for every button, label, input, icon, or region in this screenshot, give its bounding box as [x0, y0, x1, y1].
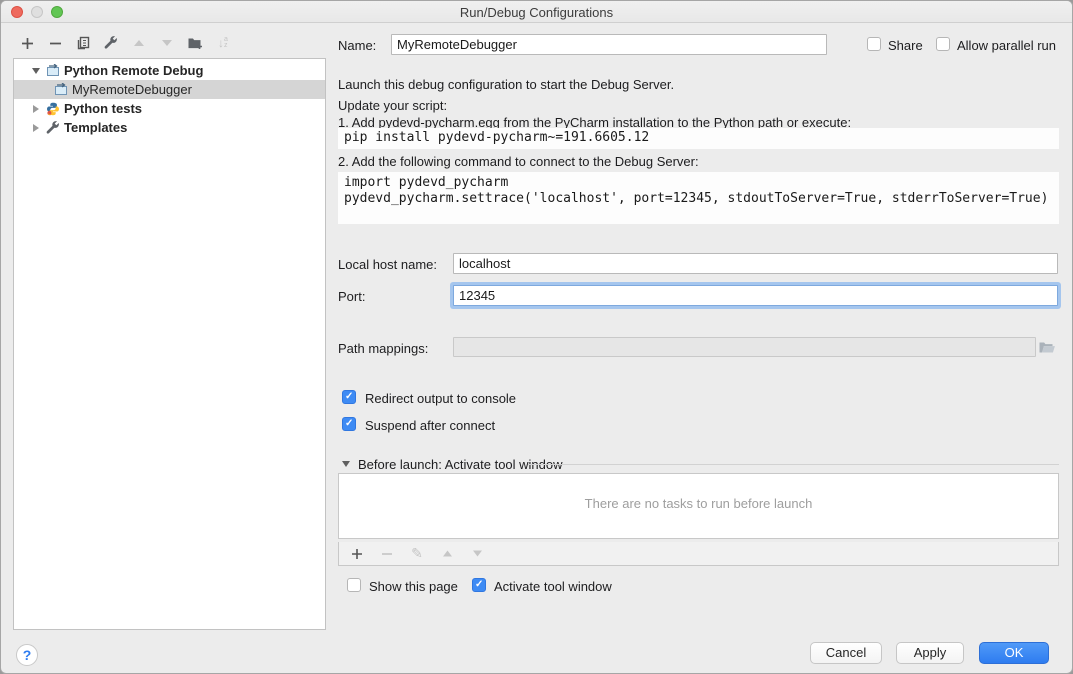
- tree-item-label: MyRemoteDebugger: [72, 82, 192, 97]
- path-mappings-input[interactable]: [453, 337, 1036, 357]
- suspend-after-connect-checkbox[interactable]: [342, 417, 356, 431]
- run-debug-configurations-dialog: Run/Debug Configurations ↓az Python Remo…: [0, 0, 1073, 674]
- settrace-code-line1: import pydevd_pycharm: [344, 175, 508, 190]
- python-icon: [46, 102, 60, 116]
- chevron-right-icon[interactable]: [33, 124, 39, 132]
- sort-alphabetically-icon: ↓az: [213, 33, 233, 53]
- show-this-page-label: Show this page: [369, 579, 458, 594]
- tree-item-label: Templates: [64, 120, 127, 135]
- suspend-after-connect-label: Suspend after connect: [365, 418, 495, 433]
- port-input[interactable]: [453, 285, 1058, 306]
- path-mappings-label: Path mappings:: [338, 341, 428, 356]
- name-label: Name:: [338, 38, 376, 53]
- help-button[interactable]: ?: [16, 644, 38, 666]
- window-title: Run/Debug Configurations: [1, 5, 1072, 20]
- remove-task-icon: [377, 544, 397, 564]
- move-down-icon: [157, 33, 177, 53]
- local-host-name-input[interactable]: [453, 253, 1058, 274]
- before-launch-chevron-down-icon[interactable]: [342, 461, 350, 467]
- edit-task-pencil-icon: ✎: [407, 544, 427, 564]
- instruction-line-2: Update your script:: [338, 98, 447, 113]
- redirect-output-label: Redirect output to console: [365, 391, 516, 406]
- tree-item-python-remote-debug[interactable]: Python Remote Debug: [14, 61, 325, 80]
- chevron-right-icon[interactable]: [33, 105, 39, 113]
- apply-button[interactable]: Apply: [896, 642, 964, 664]
- run-config-icon: [54, 83, 68, 96]
- port-label: Port:: [338, 289, 365, 304]
- tree-item-label: Python Remote Debug: [64, 63, 203, 78]
- tree-item-python-tests[interactable]: Python tests: [14, 99, 325, 118]
- pip-install-code[interactable]: pip install pydevd-pycharm~=191.6605.12: [338, 128, 1059, 149]
- task-list-toolbar: ✎: [338, 542, 1059, 566]
- wrench-icon: [46, 121, 60, 135]
- new-folder-icon[interactable]: [185, 33, 205, 53]
- chevron-down-icon[interactable]: [32, 68, 40, 74]
- add-icon[interactable]: [17, 33, 37, 53]
- tree-item-templates[interactable]: Templates: [14, 118, 325, 137]
- show-this-page-checkbox[interactable]: [347, 578, 361, 592]
- titlebar[interactable]: Run/Debug Configurations: [1, 1, 1072, 23]
- allow-parallel-run-checkbox[interactable]: [936, 37, 950, 51]
- allow-parallel-run-label: Allow parallel run: [957, 38, 1056, 53]
- settrace-code[interactable]: import pydevd_pycharm pydevd_pycharm.set…: [338, 172, 1059, 224]
- task-move-up-icon: [437, 544, 457, 564]
- task-move-down-icon: [467, 544, 487, 564]
- copy-icon[interactable]: [73, 33, 93, 53]
- share-label: Share: [888, 38, 923, 53]
- share-checkbox[interactable]: [867, 37, 881, 51]
- instruction-line-1: Launch this debug configuration to start…: [338, 77, 674, 92]
- redirect-output-checkbox[interactable]: [342, 390, 356, 404]
- tree-toolbar: ↓az: [17, 33, 233, 53]
- remove-icon[interactable]: [45, 33, 65, 53]
- settrace-code-line2: pydevd_pycharm.settrace('localhost', por…: [344, 191, 1048, 206]
- run-config-icon: [46, 64, 60, 77]
- tree-item-label: Python tests: [64, 101, 142, 116]
- no-tasks-message: There are no tasks to run before launch: [338, 496, 1059, 511]
- browse-folder-icon[interactable]: [1039, 340, 1056, 359]
- name-input[interactable]: [391, 34, 827, 55]
- instruction-step-2: 2. Add the following command to connect …: [338, 154, 699, 169]
- configurations-tree: Python Remote Debug MyRemoteDebugger Pyt…: [13, 58, 326, 630]
- activate-tool-window-label: Activate tool window: [494, 579, 612, 594]
- activate-tool-window-checkbox[interactable]: [472, 578, 486, 592]
- edit-templates-wrench-icon[interactable]: [101, 33, 121, 53]
- before-launch-divider: [528, 464, 1059, 465]
- move-up-icon: [129, 33, 149, 53]
- ok-button[interactable]: OK: [979, 642, 1049, 664]
- tree-item-myremotedebugger[interactable]: MyRemoteDebugger: [14, 80, 325, 99]
- local-host-name-label: Local host name:: [338, 257, 437, 272]
- add-task-icon[interactable]: [347, 544, 367, 564]
- cancel-button[interactable]: Cancel: [810, 642, 882, 664]
